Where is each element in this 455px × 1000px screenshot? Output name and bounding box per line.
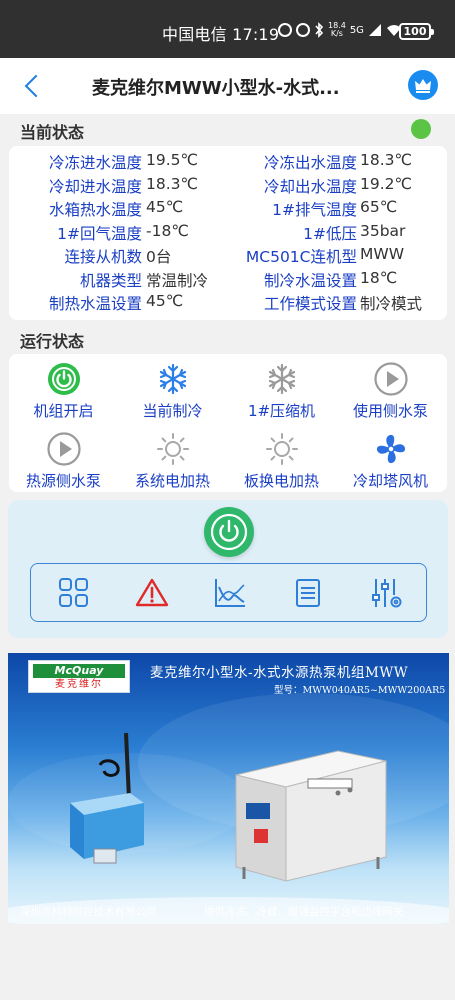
dashboard-button[interactable] [57,577,91,609]
run-item-cooling[interactable]: 当前制冷 [118,354,227,420]
state-value: -18℃ [146,221,189,240]
carrier-time: 中国电信 17:19 [162,25,280,44]
run-item-user-pump[interactable]: 使用侧水泵 [336,354,445,420]
state-label: 1#排气温度 [272,201,357,219]
run-item-plate-heater[interactable]: 板换电加热 [227,424,336,490]
play-icon [47,432,81,466]
state-label: 工作模式设置 [263,295,357,313]
grid-icon [59,578,88,607]
crown-icon [415,79,431,93]
history-curve-button[interactable] [213,577,247,609]
battery-level: 100 [403,25,427,38]
state-value: 19.2℃ [360,174,412,193]
current-state-title: 当前状态 [20,123,85,142]
run-item-label: 热源侧水泵 [25,472,101,490]
settings-sliders-icon [372,579,402,608]
state-row: 冷冻进水温度 19.5℃ 冷冻出水温度 18.3℃ [9,151,447,174]
signal-5g: 5G [349,24,364,36]
state-value: 35bar [360,221,406,240]
run-item-system-heater[interactable]: 系统电加热 [118,424,227,490]
state-value: 18.3℃ [360,151,412,169]
run-item-label: 1#压缩机 [247,402,316,420]
banner-slogan: 提供冷冻、冷藏、暖通监控平台和边缘网关 [204,906,404,918]
alarm-icon [135,578,169,607]
bluetooth-icon [315,22,324,38]
state-label: 1#低压 [303,224,357,243]
state-value: 0台 [146,248,172,266]
state-row: 机器类型 常温制冷 制冷水温设置 18℃ [9,269,447,292]
battery-indicator: 100 [399,23,434,40]
run-state-title: 运行状态 [20,332,85,351]
vip-crown-button[interactable] [408,70,438,100]
power-button[interactable] [204,507,254,557]
state-row: 制热水温设置 45℃ 工作模式设置 制冷模式 [9,292,447,315]
state-label: 冷冻进水温度 [48,154,142,172]
state-value: 18℃ [360,268,398,287]
run-item-unit-on[interactable]: 机组开启 [9,354,118,420]
run-item-label: 机组开启 [33,402,94,420]
control-panel [8,500,448,638]
list-icon [296,579,320,607]
signal-bars-icon [368,24,381,36]
net-speed-unit: K/s [330,29,343,38]
sun-icon [266,433,298,465]
state-label: 冷却出水温度 [263,177,357,196]
run-state-card: 机组开启 当前制冷 1#压缩机 使用侧水泵 热源侧水泵 系统电加热 板换电加热 … [9,354,447,492]
alarm-button[interactable] [135,577,169,609]
state-value: 45℃ [146,292,184,310]
state-row: 水箱热水温度 45℃ 1#排气温度 65℃ [9,198,447,221]
run-item-label: 板换电加热 [243,472,319,490]
state-label: 冷冻出水温度 [263,154,357,172]
run-item-label: 系统电加热 [134,472,210,490]
state-row: 冷却进水温度 18.3℃ 冷却出水温度 19.2℃ [9,175,447,198]
state-label: MC501C连机型 [245,248,357,266]
state-value: 65℃ [360,198,398,216]
online-status-indicator [411,119,431,139]
sun-icon [157,433,189,465]
tool-strip [30,563,427,622]
snowflake-icon [268,363,296,395]
state-label: 制热水温设置 [48,295,142,313]
state-value: 18.3℃ [146,174,198,193]
state-row: 连接从机数 0台 MC501C连机型 MWW [9,245,447,268]
state-value: 45℃ [146,198,184,216]
state-row: 1#回气温度 -18℃ 1#低压 35bar [9,222,447,245]
banner-artwork [8,693,449,924]
run-item-label: 冷却塔风机 [352,472,428,490]
snowflake-icon [159,363,187,395]
fan-icon [376,434,406,464]
state-label: 水箱热水温度 [48,201,142,219]
records-list-button[interactable] [291,577,325,609]
state-value: 19.5℃ [146,151,198,169]
run-item-compressor-1[interactable]: 1#压缩机 [227,354,336,420]
state-label: 冷却进水温度 [48,177,142,196]
state-label: 制冷水温设置 [263,271,357,290]
state-label: 机器类型 [79,271,142,290]
state-value: MWW [360,245,405,263]
state-label: 连接从机数 [64,248,142,266]
net-speed: 18.4 K/s [328,22,346,38]
run-item-cooling-tower-fan[interactable]: 冷却塔风机 [336,424,445,490]
curve-icon [215,579,245,607]
product-banner: McQuay 麦克维尔 麦克维尔小型水-水式水源热泵机组MWW 型号：MWW04… [8,653,449,924]
app-bar: 麦克维尔MWW小型水-水式... [0,58,455,114]
state-label: 1#回气温度 [57,224,142,243]
system-status-bar: 中国电信 17:19 18.4 K/s 5G 100 [0,0,455,58]
state-value: 制冷模式 [360,295,423,313]
banner-company: 深圳市科特时控技术有限公司 [20,906,157,918]
run-item-label: 使用侧水泵 [352,402,428,420]
run-item-label: 当前制冷 [142,402,203,420]
status-icons: 18.4 K/s 5G [278,22,402,38]
power-on-icon [48,363,80,395]
data-saver-icon [278,23,292,37]
run-item-source-pump[interactable]: 热源侧水泵 [9,424,118,490]
state-value: 常温制冷 [146,271,209,290]
parameter-settings-button[interactable] [369,577,403,609]
alarm-clock-icon [296,23,310,37]
play-icon [374,362,408,396]
power-icon [210,513,248,551]
back-button[interactable] [22,72,46,100]
page-title: 麦克维尔MWW小型水-水式... [92,78,340,99]
current-state-card: 冷冻进水温度 19.5℃ 冷冻出水温度 18.3℃ 冷却进水温度 18.3℃ 冷… [9,146,447,320]
